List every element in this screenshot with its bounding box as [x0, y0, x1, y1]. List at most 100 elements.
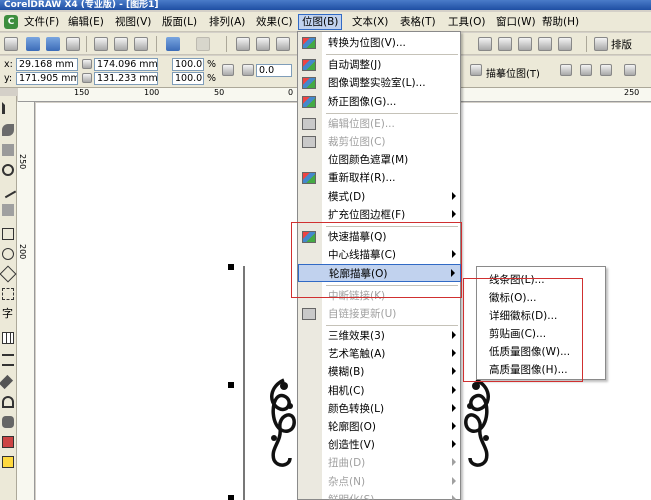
- scale-y-field[interactable]: 100.0: [172, 72, 204, 85]
- outline-trace-option[interactable]: 低质量图像(W)...: [477, 343, 605, 361]
- trace-bitmap-button[interactable]: 描摹位图(T): [486, 65, 540, 80]
- menu-file[interactable]: 文件(F): [21, 14, 62, 30]
- interactive-fill-icon[interactable]: [0, 374, 14, 390]
- rectangle-tool-icon[interactable]: [2, 228, 14, 240]
- new-icon[interactable]: [4, 37, 18, 51]
- bitmaps-menu-item[interactable]: 快速描摹(Q): [298, 228, 461, 246]
- bitmaps-menu-item[interactable]: 矫正图像(G)...: [298, 93, 461, 111]
- bitmaps-menu-item[interactable]: 鲜明化(S): [298, 491, 461, 500]
- redo-icon[interactable]: [196, 37, 210, 51]
- table-tool-icon[interactable]: [2, 332, 14, 344]
- scale-x-field[interactable]: 100.0: [172, 58, 204, 71]
- outline-trace-option[interactable]: 高质量图像(H)...: [477, 361, 605, 379]
- eyedropper-icon[interactable]: [2, 396, 14, 408]
- bitmaps-menu-item[interactable]: 重新取样(R)...: [298, 169, 461, 187]
- fill-tool-icon[interactable]: [2, 436, 14, 448]
- submenu-arrow-icon: [452, 385, 456, 394]
- menu-arrange[interactable]: 排列(A): [206, 14, 248, 30]
- print-icon[interactable]: [66, 37, 80, 51]
- zoom-fit-icon[interactable]: [538, 37, 552, 51]
- bitmaps-menu-item[interactable]: 颜色转换(L): [298, 400, 461, 418]
- bitmaps-menu-item[interactable]: 编辑位图(E)...: [298, 115, 461, 133]
- outline-trace-option[interactable]: 线条图(L)...: [477, 271, 605, 289]
- bitmaps-menu-item[interactable]: 中心线描摹(C): [298, 246, 461, 264]
- bitmaps-menu-item[interactable]: 三维效果(3): [298, 327, 461, 345]
- interactive-mesh-icon[interactable]: [2, 456, 14, 468]
- bitmaps-menu-item[interactable]: 扩充位图边框(F): [298, 206, 461, 224]
- height-field[interactable]: 131.233 mm: [94, 72, 158, 85]
- zoom-icon[interactable]: [518, 37, 532, 51]
- bitmaps-menu-item[interactable]: 自动调整(J): [298, 56, 461, 74]
- typeset-icon[interactable]: [594, 37, 608, 51]
- cut-icon[interactable]: [94, 37, 108, 51]
- y-position-field[interactable]: 171.905 mm: [16, 72, 78, 85]
- menu-effects[interactable]: 效果(C): [253, 14, 296, 30]
- paste-icon[interactable]: [134, 37, 148, 51]
- rotation-field[interactable]: 0.0: [256, 64, 292, 77]
- vertical-ruler[interactable]: 250 200: [17, 102, 35, 500]
- bitmap-border-icon[interactable]: [624, 64, 636, 76]
- shape-tool-icon[interactable]: [2, 124, 14, 136]
- outline-trace-option[interactable]: 徽标(O)...: [477, 289, 605, 307]
- bitmaps-menu-item[interactable]: 轮廓描摹(O): [298, 264, 461, 283]
- bitmap-color-mask-icon[interactable]: [560, 64, 572, 76]
- resample-icon[interactable]: [580, 64, 592, 76]
- bitmaps-menu-item[interactable]: 裁剪位图(C): [298, 133, 461, 151]
- outline-trace-option[interactable]: 详细徽标(D)...: [477, 307, 605, 325]
- outline-tool-icon[interactable]: [2, 416, 14, 428]
- bitmaps-menu-item[interactable]: 图像调整实验室(L)...: [298, 74, 461, 92]
- pick-tool-icon[interactable]: [2, 102, 14, 114]
- menu-bitmaps[interactable]: 位图(B): [298, 14, 343, 30]
- menu-text[interactable]: 文本(X): [349, 14, 391, 30]
- menu-help[interactable]: 帮助(H): [539, 14, 582, 30]
- bitmaps-menu-item[interactable]: 自链接更新(U): [298, 305, 461, 323]
- application-launcher-icon[interactable]: [276, 37, 290, 51]
- export-icon[interactable]: [256, 37, 270, 51]
- open-icon[interactable]: [26, 37, 40, 51]
- zoom-page-icon[interactable]: [558, 37, 572, 51]
- text-tool-icon[interactable]: 字: [2, 308, 14, 320]
- zoom-in-icon[interactable]: [478, 37, 492, 51]
- bitmaps-menu-item[interactable]: 杂点(N): [298, 473, 461, 491]
- menu-layout[interactable]: 版面(L): [159, 14, 200, 30]
- bitmaps-menu-item[interactable]: 扭曲(D): [298, 454, 461, 472]
- width-field[interactable]: 174.096 mm: [94, 58, 158, 71]
- menu-tools[interactable]: 工具(O): [445, 14, 488, 30]
- menu-view[interactable]: 视图(V): [112, 14, 154, 30]
- zoom-out-icon[interactable]: [498, 37, 512, 51]
- selection-handle[interactable]: [228, 264, 234, 270]
- basic-shapes-icon[interactable]: [2, 288, 14, 300]
- selection-handle[interactable]: [228, 382, 234, 388]
- parallel-dimension-icon[interactable]: [2, 354, 14, 366]
- zoom-tool-icon[interactable]: [2, 164, 14, 176]
- freehand-tool-icon[interactable]: [0, 181, 17, 199]
- smart-fill-icon[interactable]: [2, 204, 14, 216]
- import-icon[interactable]: [236, 37, 250, 51]
- x-position-field[interactable]: 29.168 mm: [16, 58, 78, 71]
- save-icon[interactable]: [46, 37, 60, 51]
- typeset-label[interactable]: 排版: [611, 37, 632, 52]
- menu-window[interactable]: 窗口(W): [493, 14, 539, 30]
- lock-ratio-icon[interactable]: [222, 64, 234, 76]
- undo-icon[interactable]: [166, 37, 180, 51]
- bitmaps-menu-item[interactable]: 位图颜色遮罩(M): [298, 151, 461, 169]
- menu-table[interactable]: 表格(T): [397, 14, 439, 30]
- bitmaps-menu-item[interactable]: 模式(D): [298, 188, 461, 206]
- app-icon[interactable]: C: [4, 15, 18, 29]
- outline-trace-option[interactable]: 剪贴画(C)...: [477, 325, 605, 343]
- polygon-tool-icon[interactable]: [0, 265, 17, 283]
- bitmaps-menu-item[interactable]: 轮廓图(O): [298, 418, 461, 436]
- edit-bitmap-icon[interactable]: [600, 64, 612, 76]
- bitmaps-menu-item[interactable]: 创造性(V): [298, 436, 461, 454]
- copy-icon[interactable]: [114, 37, 128, 51]
- bitmaps-menu-item[interactable]: 中断链接(K): [298, 287, 461, 305]
- bitmaps-menu-item[interactable]: 艺术笔触(A): [298, 345, 461, 363]
- menu-edit[interactable]: 编辑(E): [65, 14, 107, 30]
- trace-bitmap-icon[interactable]: [470, 64, 482, 76]
- crop-tool-icon[interactable]: [2, 144, 14, 156]
- bitmaps-menu-item[interactable]: 相机(C): [298, 382, 461, 400]
- ellipse-tool-icon[interactable]: [2, 248, 14, 260]
- selection-handle[interactable]: [228, 495, 234, 500]
- bitmaps-menu-item[interactable]: 模糊(B): [298, 363, 461, 381]
- bitmaps-menu-item[interactable]: 转换为位图(V)...: [298, 34, 461, 52]
